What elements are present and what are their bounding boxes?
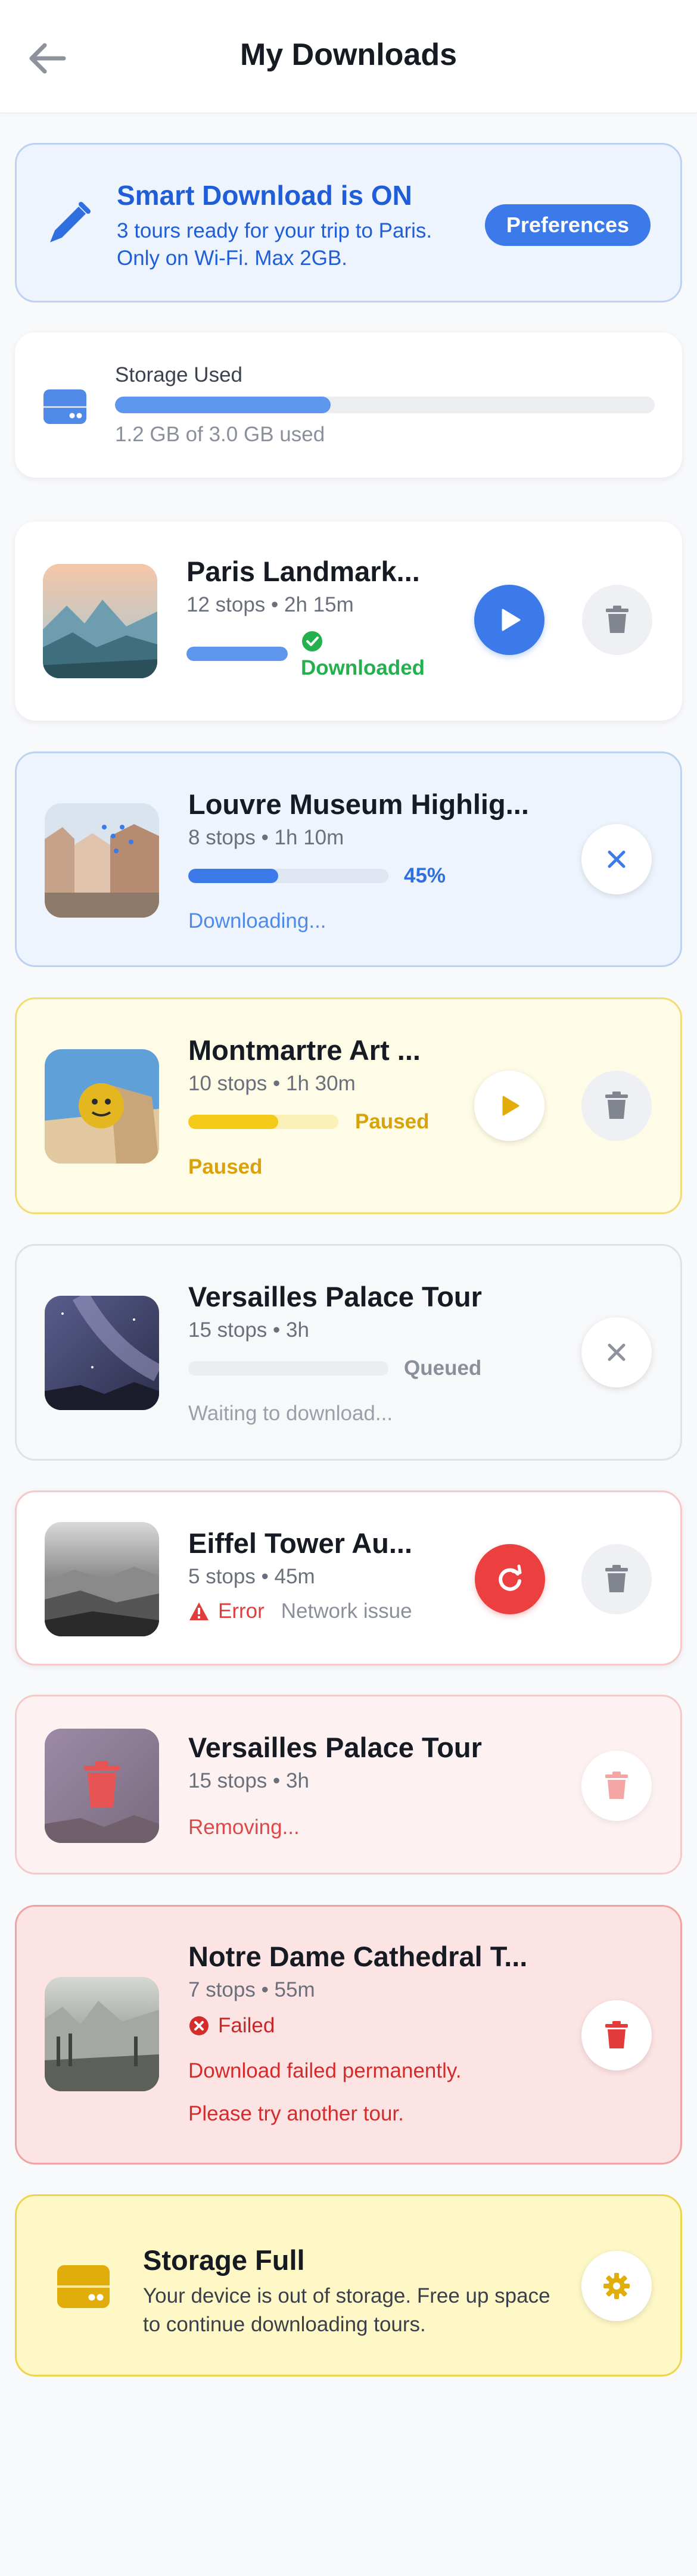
error-label: Error	[218, 1599, 265, 1623]
download-progress-bar	[186, 647, 288, 661]
retry-button[interactable]	[475, 1544, 545, 1614]
progress-percent: 45%	[404, 864, 446, 887]
pencil-icon	[50, 202, 91, 242]
smart-download-subtitle: 3 tours ready for your trip to Paris. On…	[117, 219, 432, 270]
storage-progress-bar	[115, 397, 655, 413]
storage-full-title: Storage Full	[143, 2244, 305, 2276]
check-circle-icon	[302, 631, 322, 651]
storage-settings-button[interactable]	[581, 2251, 652, 2321]
close-icon	[608, 1343, 626, 1361]
tour-thumbnail	[45, 1049, 159, 1164]
trash-icon	[605, 1565, 628, 1592]
status-text: Waiting to download...	[188, 1402, 393, 1425]
tour-title: Versailles Palace Tour	[188, 1281, 482, 1312]
tour-card-failed[interactable]: Notre Dame Cathedral T... 7 stops • 55m …	[15, 1905, 682, 2165]
delete-button[interactable]	[582, 585, 652, 655]
storage-full-card: Storage Full Your device is out of stora…	[15, 2194, 682, 2377]
failed-message-line-2: Please try another tour.	[188, 2102, 404, 2125]
delete-button[interactable]	[581, 1071, 652, 1141]
page-title: My Downloads	[239, 38, 458, 72]
warning-icon	[189, 1602, 209, 1620]
play-icon	[502, 1096, 519, 1116]
retry-icon	[499, 1564, 522, 1591]
storage-progress-fill	[115, 397, 331, 413]
hard-drive-icon	[57, 2265, 110, 2308]
remove-from-queue-button[interactable]	[581, 1317, 652, 1387]
tour-meta: 8 stops • 1h 10m	[188, 826, 344, 849]
hard-drive-icon	[43, 389, 86, 424]
tour-card-removing[interactable]: Versailles Palace Tour 15 stops • 3h Rem…	[15, 1695, 682, 1875]
storage-card: Storage Used 1.2 GB of 3.0 GB used	[15, 332, 682, 478]
tour-meta: 15 stops • 3h	[188, 1769, 309, 1792]
tour-thumbnail	[45, 1977, 159, 2091]
tour-meta: 5 stops • 45m	[188, 1565, 315, 1588]
smart-download-title: Smart Download is ON	[117, 180, 412, 211]
storage-used-text: 1.2 GB of 3.0 GB used	[115, 423, 325, 446]
resume-button[interactable]	[474, 1071, 544, 1141]
tour-meta: 15 stops • 3h	[188, 1318, 309, 1342]
preferences-button[interactable]: Preferences	[484, 204, 651, 246]
app-header: My Downloads	[0, 0, 697, 113]
failed-row: Failed	[188, 2014, 275, 2038]
tour-title: Eiffel Tower Au...	[188, 1527, 413, 1559]
tour-card-paused[interactable]: Montmartre Art ... 10 stops • 1h 30m Pau…	[15, 997, 682, 1214]
status-text: Removing...	[188, 1816, 300, 1839]
error-row: Error Network issue	[188, 1599, 412, 1623]
tour-card-queued[interactable]: Versailles Palace Tour 15 stops • 3h Que…	[15, 1244, 682, 1461]
tour-card-downloading[interactable]: Louvre Museum Highlig... 8 stops • 1h 10…	[15, 751, 682, 967]
play-button[interactable]	[474, 585, 544, 655]
tour-thumbnail	[45, 1522, 159, 1636]
failed-message-line-1: Download failed permanently.	[188, 2059, 462, 2082]
tour-thumbnail	[45, 1296, 159, 1410]
status-text: Paused	[188, 1155, 263, 1178]
storage-label: Storage Used	[115, 363, 243, 386]
download-progress-bar	[188, 869, 388, 883]
tour-title: Paris Landmark...	[186, 556, 420, 587]
tour-thumbnail	[43, 564, 157, 678]
status-text: Downloading...	[188, 909, 326, 933]
tour-card-downloaded[interactable]: Paris Landmark... 12 stops • 2h 15m Down…	[15, 522, 682, 721]
trash-icon	[605, 1091, 628, 1119]
tour-title: Louvre Museum Highlig...	[188, 788, 529, 820]
close-icon	[608, 850, 626, 868]
tour-title: Montmartre Art ...	[188, 1034, 421, 1066]
download-progress-bar	[188, 1115, 338, 1129]
play-icon	[502, 609, 521, 631]
delete-button-disabled	[581, 1751, 652, 1821]
storage-full-message: Your device is out of storage. Free up s…	[143, 2284, 550, 2336]
tour-meta: 10 stops • 1h 30m	[188, 1072, 356, 1095]
gear-icon	[603, 2273, 630, 2299]
error-detail: Network issue	[281, 1599, 412, 1623]
queued-bar-label: Queued	[404, 1356, 482, 1380]
tour-title: Versailles Palace Tour	[188, 1732, 482, 1763]
failed-label: Failed	[218, 2014, 275, 2037]
smart-download-banner: Smart Download is ON 3 tours ready for y…	[15, 143, 682, 302]
tour-title: Notre Dame Cathedral T...	[188, 1941, 528, 1972]
trash-icon	[605, 1772, 628, 1799]
tour-card-error[interactable]: Eiffel Tower Au... 5 stops • 45m Error N…	[15, 1490, 682, 1666]
paused-bar-label: Paused	[355, 1110, 430, 1133]
tour-thumbnail	[45, 803, 159, 918]
tour-thumbnail	[45, 1729, 159, 1843]
tour-meta: 12 stops • 2h 15m	[186, 593, 354, 616]
delete-button[interactable]	[581, 2000, 652, 2070]
cancel-download-button[interactable]	[581, 824, 652, 894]
download-progress-bar	[188, 1361, 388, 1376]
tour-meta: 7 stops • 55m	[188, 1978, 315, 2001]
delete-button[interactable]	[581, 1544, 652, 1614]
trash-icon	[606, 606, 628, 633]
trash-icon	[605, 2021, 628, 2048]
error-circle-icon	[189, 2016, 209, 2035]
downloaded-label: Downloaded	[301, 656, 425, 679]
